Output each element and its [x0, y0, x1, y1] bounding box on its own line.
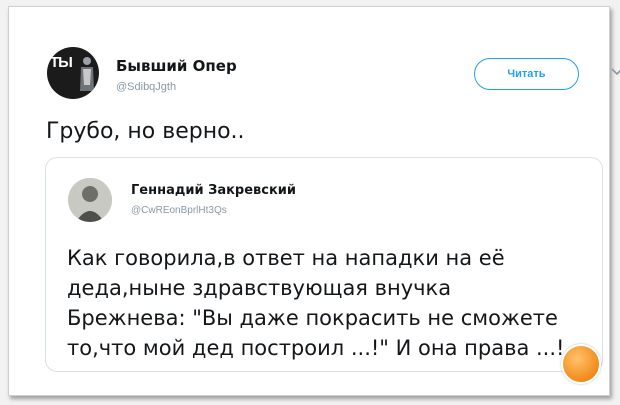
avatar-figure-icon	[80, 57, 94, 91]
quoted-author-handle[interactable]: @CwREonBprlHt3Qs	[131, 205, 227, 216]
tweet-screenshot-frame: ТЫ Бывший Опер @SdibqJgth Читать Грубо, …	[8, 6, 620, 396]
author-handle[interactable]: @SdibqJgth	[116, 81, 176, 93]
chevron-down-icon[interactable]	[610, 67, 620, 77]
site-logo-icon	[561, 344, 601, 384]
author-name[interactable]: Бывший Опер	[116, 57, 237, 75]
quoted-avatar[interactable]	[68, 178, 112, 222]
tweet-header: ТЫ Бывший Опер @SdibqJgth Читать	[35, 45, 620, 105]
quoted-tweet-text: Как говорила,в ответ на нападки на её де…	[67, 246, 565, 360]
avatar-text: ТЫ	[50, 54, 73, 71]
quoted-tweet-card[interactable]: Геннадий Закревский @CwREonBprlHt3Qs Как…	[45, 157, 603, 372]
tweet-text: Грубо, но верно..	[46, 119, 245, 144]
follow-button[interactable]: Читать	[474, 58, 579, 90]
avatar[interactable]: ТЫ	[47, 47, 99, 99]
person-icon	[68, 178, 112, 222]
quoted-author-name[interactable]: Геннадий Закревский	[131, 183, 296, 198]
